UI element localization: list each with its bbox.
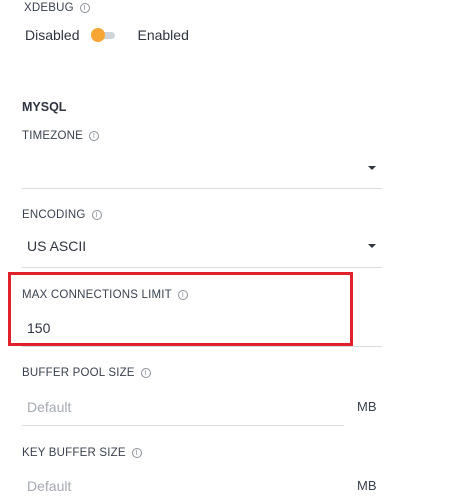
- buffer-pool-size-input[interactable]: Default: [22, 388, 344, 424]
- xdebug-toggle-row: Disabled Enabled: [25, 25, 189, 45]
- timezone-label: TIMEZONE i: [22, 130, 100, 142]
- encoding-select[interactable]: US ASCII: [22, 229, 382, 267]
- info-icon[interactable]: i: [131, 448, 142, 458]
- info-icon[interactable]: i: [140, 368, 151, 378]
- chevron-down-icon[interactable]: [368, 244, 376, 248]
- buffer-pool-size-label-text: BUFFER POOL SIZE: [22, 367, 135, 379]
- max-connections-underline: [22, 346, 382, 347]
- settings-panel: XDEBUG i Disabled Enabled MYSQL TIMEZONE…: [0, 0, 474, 500]
- buffer-pool-size-unit: MB: [357, 399, 377, 414]
- highlight-box: [8, 272, 353, 346]
- encoding-label: ENCODING i: [22, 209, 102, 221]
- timezone-label-text: TIMEZONE: [22, 130, 84, 142]
- info-icon[interactable]: i: [79, 3, 90, 13]
- info-icon[interactable]: i: [89, 131, 100, 141]
- buffer-pool-size-underline: [22, 425, 344, 426]
- chevron-down-icon[interactable]: [368, 166, 376, 170]
- key-buffer-size-placeholder: Default: [27, 478, 72, 494]
- toggle-disabled-label: Disabled: [25, 27, 80, 43]
- xdebug-toggle[interactable]: [91, 28, 116, 42]
- encoding-value: US ASCII: [27, 238, 87, 254]
- key-buffer-size-label-text: KEY BUFFER SIZE: [22, 447, 126, 459]
- key-buffer-size-unit: MB: [357, 478, 377, 493]
- encoding-label-text: ENCODING: [22, 209, 86, 221]
- mysql-section-title: MYSQL: [22, 100, 67, 114]
- xdebug-label-text: XDEBUG: [24, 2, 74, 14]
- key-buffer-size-input[interactable]: Default: [22, 467, 344, 500]
- key-buffer-size-label: KEY BUFFER SIZE i: [22, 447, 142, 459]
- toggle-enabled-label: Enabled: [137, 27, 189, 43]
- info-icon[interactable]: i: [91, 210, 102, 220]
- toggle-knob: [91, 28, 106, 42]
- xdebug-label: XDEBUG i: [24, 2, 90, 14]
- timezone-underline: [22, 188, 382, 189]
- timezone-select[interactable]: [22, 150, 382, 188]
- encoding-underline: [22, 267, 382, 268]
- buffer-pool-size-label: BUFFER POOL SIZE i: [22, 367, 151, 379]
- buffer-pool-size-placeholder: Default: [27, 399, 72, 415]
